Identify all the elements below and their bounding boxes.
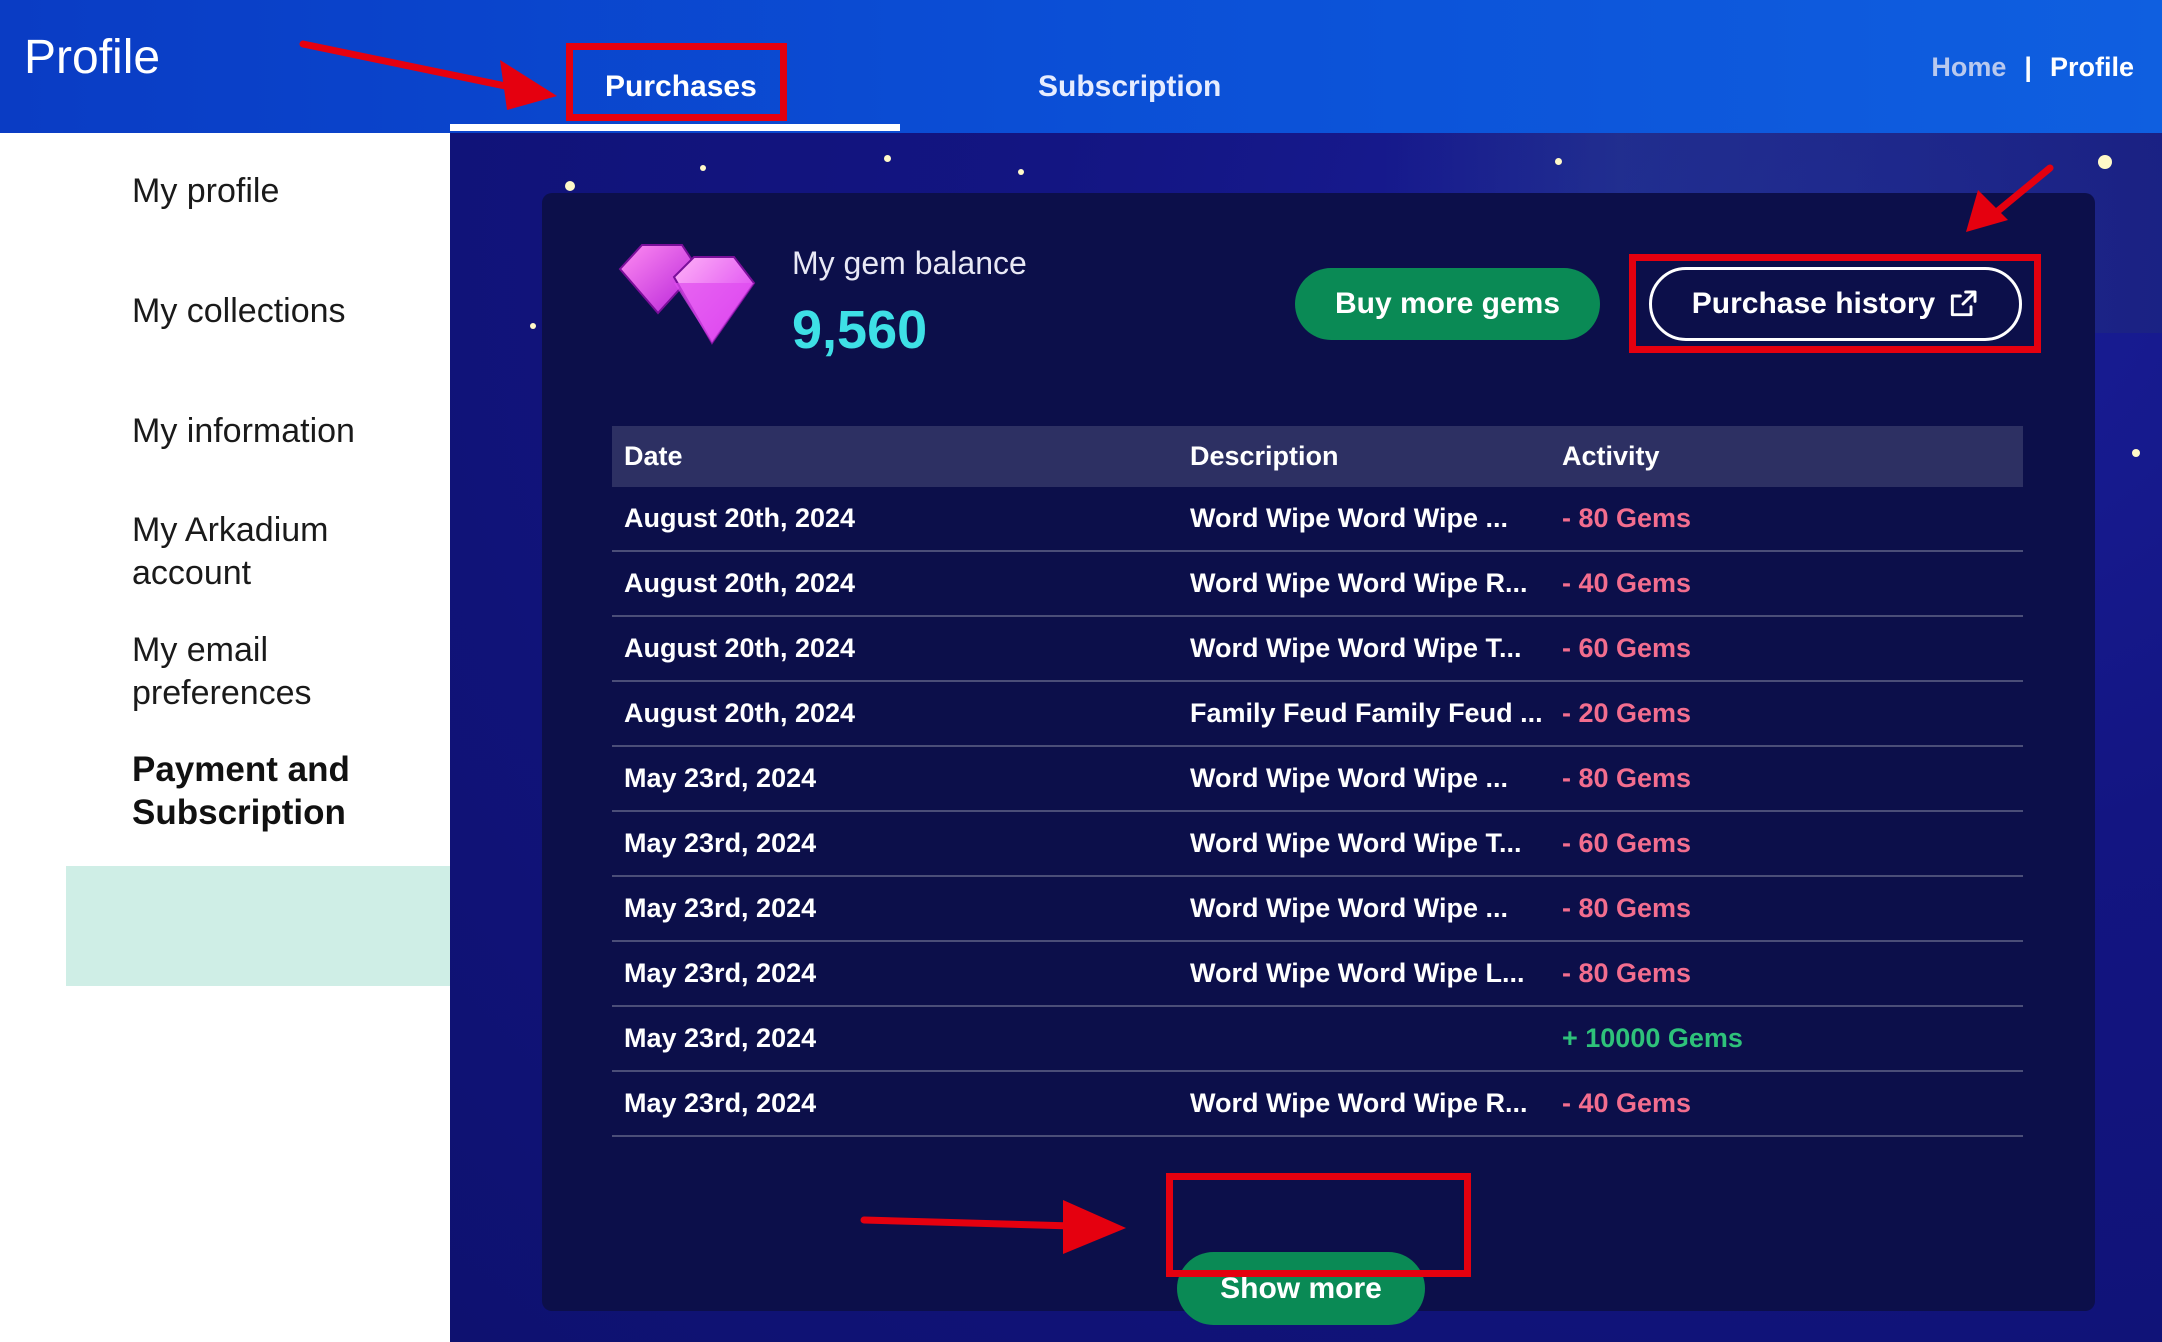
row-date: August 20th, 2024: [624, 568, 856, 598]
row-date: May 23rd, 2024: [624, 958, 817, 988]
row-description: Word Wipe Word Wipe R...: [1190, 1088, 1528, 1118]
breadcrumb-current: Profile: [2049, 52, 2134, 82]
row-description: Word Wipe Word Wipe T...: [1190, 828, 1522, 858]
table-row: May 23rd, 2024 Word Wipe Word Wipe L... - …: [612, 942, 2023, 1007]
row-date: May 23rd, 2024: [624, 828, 817, 858]
row-date: August 20th, 2024: [624, 698, 856, 728]
sidebar-item-payment-and-subscription[interactable]: Payment and Subscription: [132, 748, 432, 834]
star-decoration: [1018, 169, 1024, 175]
row-activity: - 80 Gems: [1562, 958, 1692, 988]
gem-balance-label: My gem balance: [792, 245, 1027, 281]
row-description: Word Wipe Word Wipe ...: [1190, 893, 1509, 923]
star-decoration: [700, 165, 706, 171]
row-date: August 20th, 2024: [624, 633, 856, 663]
table-row: May 23rd, 2024 Word Wipe Word Wipe ... - 8…: [612, 877, 2023, 942]
table-row: August 20th, 2024 Word Wipe Word Wipe R..…: [612, 552, 2023, 617]
gem-balance-card: My gem balance 9,560 Buy more gems Purch…: [542, 193, 2095, 1325]
star-decoration: [1555, 158, 1562, 165]
gem-balance-value: 9,560: [792, 300, 928, 360]
row-activity: - 80 Gems: [1562, 763, 1692, 793]
row-activity: - 80 Gems: [1562, 503, 1692, 533]
row-description: Word Wipe Word Wipe T...: [1190, 633, 1522, 663]
sidebar: My profile My collections My information…: [0, 133, 450, 1342]
table-row: May 23rd, 2024 Word Wipe Word Wipe R... - …: [612, 1072, 2023, 1137]
annotation-arrow-purchase-history: [1966, 164, 2054, 232]
row-description: Word Wipe Word Wipe R...: [1190, 568, 1528, 598]
active-tab-indicator: [450, 124, 900, 131]
row-activity: - 60 Gems: [1562, 828, 1692, 858]
table-row: May 23rd, 2024 + 10000 Gems: [612, 1007, 2023, 1072]
sidebar-item-my-information[interactable]: My information: [132, 410, 432, 453]
table-row: May 23rd, 2024 Word Wipe Word Wipe ... - 8…: [612, 747, 2023, 812]
transactions-table: Date Description Activity August 20th, 2…: [612, 426, 2023, 1137]
page-title: Profile: [24, 31, 161, 84]
annotation-box-show-more: [1166, 1173, 1471, 1277]
row-date: May 23rd, 2024: [624, 1023, 817, 1053]
row-date: August 20th, 2024: [624, 503, 856, 533]
table-row: August 20th, 2024 Word Wipe Word Wipe T..…: [612, 617, 2023, 682]
star-decoration: [530, 323, 536, 329]
column-header-description: Description: [1190, 441, 1339, 471]
row-activity: - 60 Gems: [1562, 633, 1692, 663]
table-row: May 23rd, 2024 Word Wipe Word Wipe T... - …: [612, 812, 2023, 877]
row-activity: - 20 Gems: [1562, 698, 1692, 728]
row-description: Word Wipe Word Wipe ...: [1190, 503, 1509, 533]
row-date: May 23rd, 2024: [624, 893, 817, 923]
gem-icon: [618, 244, 756, 345]
table-body: August 20th, 2024 Word Wipe Word Wipe ...…: [612, 487, 2023, 1137]
star-decoration: [2098, 155, 2112, 169]
row-date: May 23rd, 2024: [624, 763, 817, 793]
sidebar-item-my-email-preferences[interactable]: My email preferences: [132, 629, 432, 715]
annotation-box-purchases-tab: [566, 43, 787, 121]
star-decoration: [2132, 449, 2140, 457]
sidebar-item-payment-highlight[interactable]: [66, 866, 450, 986]
row-description: Word Wipe Word Wipe ...: [1190, 763, 1509, 793]
row-activity: - 80 Gems: [1562, 893, 1692, 923]
sidebar-item-my-collections[interactable]: My collections: [132, 290, 432, 333]
row-activity: - 40 Gems: [1562, 568, 1692, 598]
table-header: Date Description Activity: [612, 426, 2023, 487]
row-date: May 23rd, 2024: [624, 1088, 817, 1118]
annotation-arrow-purchases: [299, 40, 557, 110]
row-activity: - 40 Gems: [1562, 1088, 1692, 1118]
breadcrumb: Home | Profile: [1931, 52, 2134, 83]
column-header-activity: Activity: [1562, 441, 1660, 471]
star-decoration: [884, 155, 891, 162]
annotation-box-purchase-history: [1629, 254, 2041, 353]
breadcrumb-home-link[interactable]: Home: [1931, 52, 2006, 83]
table-row: August 20th, 2024 Word Wipe Word Wipe ...…: [612, 487, 2023, 552]
tab-subscription[interactable]: Subscription: [1038, 70, 1221, 104]
column-header-date: Date: [624, 441, 683, 471]
row-description: Word Wipe Word Wipe L...: [1190, 958, 1525, 988]
table-row: August 20th, 2024 Family Feud Family Feud…: [612, 682, 2023, 747]
annotation-arrow-show-more: [860, 1200, 1126, 1254]
sidebar-item-my-profile[interactable]: My profile: [132, 170, 432, 213]
star-decoration: [565, 181, 575, 191]
row-activity: + 10000 Gems: [1562, 1023, 1743, 1053]
row-description: Family Feud Family Feud ...: [1190, 698, 1543, 728]
breadcrumb-separator: |: [2024, 52, 2032, 82]
sidebar-item-my-arkadium-account[interactable]: My Arkadium account: [132, 509, 432, 595]
buy-more-gems-button[interactable]: Buy more gems: [1295, 268, 1600, 340]
